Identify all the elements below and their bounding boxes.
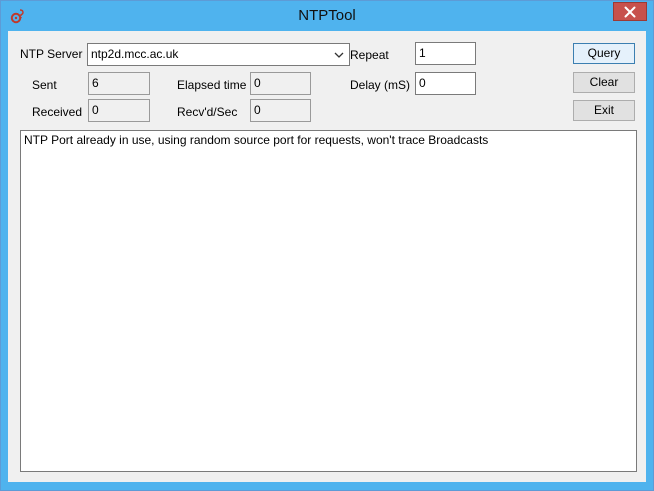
- client-area: NTP Server ntp2d.mcc.ac.uk Repeat 1 Sent…: [8, 31, 646, 482]
- repeat-label: Repeat: [350, 48, 389, 62]
- ntp-server-value: ntp2d.mcc.ac.uk: [91, 47, 179, 61]
- window-title: NTPTool: [298, 7, 356, 24]
- app-window: NTPTool NTP Server ntp2d.mcc.ac.uk Repea…: [0, 0, 654, 491]
- sent-label: Sent: [32, 78, 57, 92]
- chevron-down-icon[interactable]: [330, 46, 347, 63]
- sent-value: 6: [88, 72, 150, 95]
- query-button[interactable]: Query: [573, 43, 635, 64]
- elapsed-time-label: Elapsed time: [177, 78, 247, 92]
- delay-label: Delay (mS): [350, 78, 411, 92]
- output-log[interactable]: NTP Port already in use, using random so…: [20, 130, 637, 472]
- ntp-server-label: NTP Server: [20, 47, 83, 61]
- close-icon: [624, 6, 636, 17]
- delay-input[interactable]: 0: [415, 72, 476, 95]
- title-bar[interactable]: NTPTool: [1, 1, 653, 31]
- elapsed-time-value: 0: [250, 72, 311, 95]
- exit-button[interactable]: Exit: [573, 100, 635, 121]
- repeat-input[interactable]: 1: [415, 42, 476, 65]
- received-label: Received: [32, 105, 83, 119]
- close-button[interactable]: [613, 2, 647, 21]
- clear-button[interactable]: Clear: [573, 72, 635, 93]
- ntp-server-combo[interactable]: ntp2d.mcc.ac.uk: [87, 43, 350, 66]
- recv-per-sec-label: Recv'd/Sec: [177, 105, 238, 119]
- recv-per-sec-value: 0: [250, 99, 311, 122]
- received-value: 0: [88, 99, 150, 122]
